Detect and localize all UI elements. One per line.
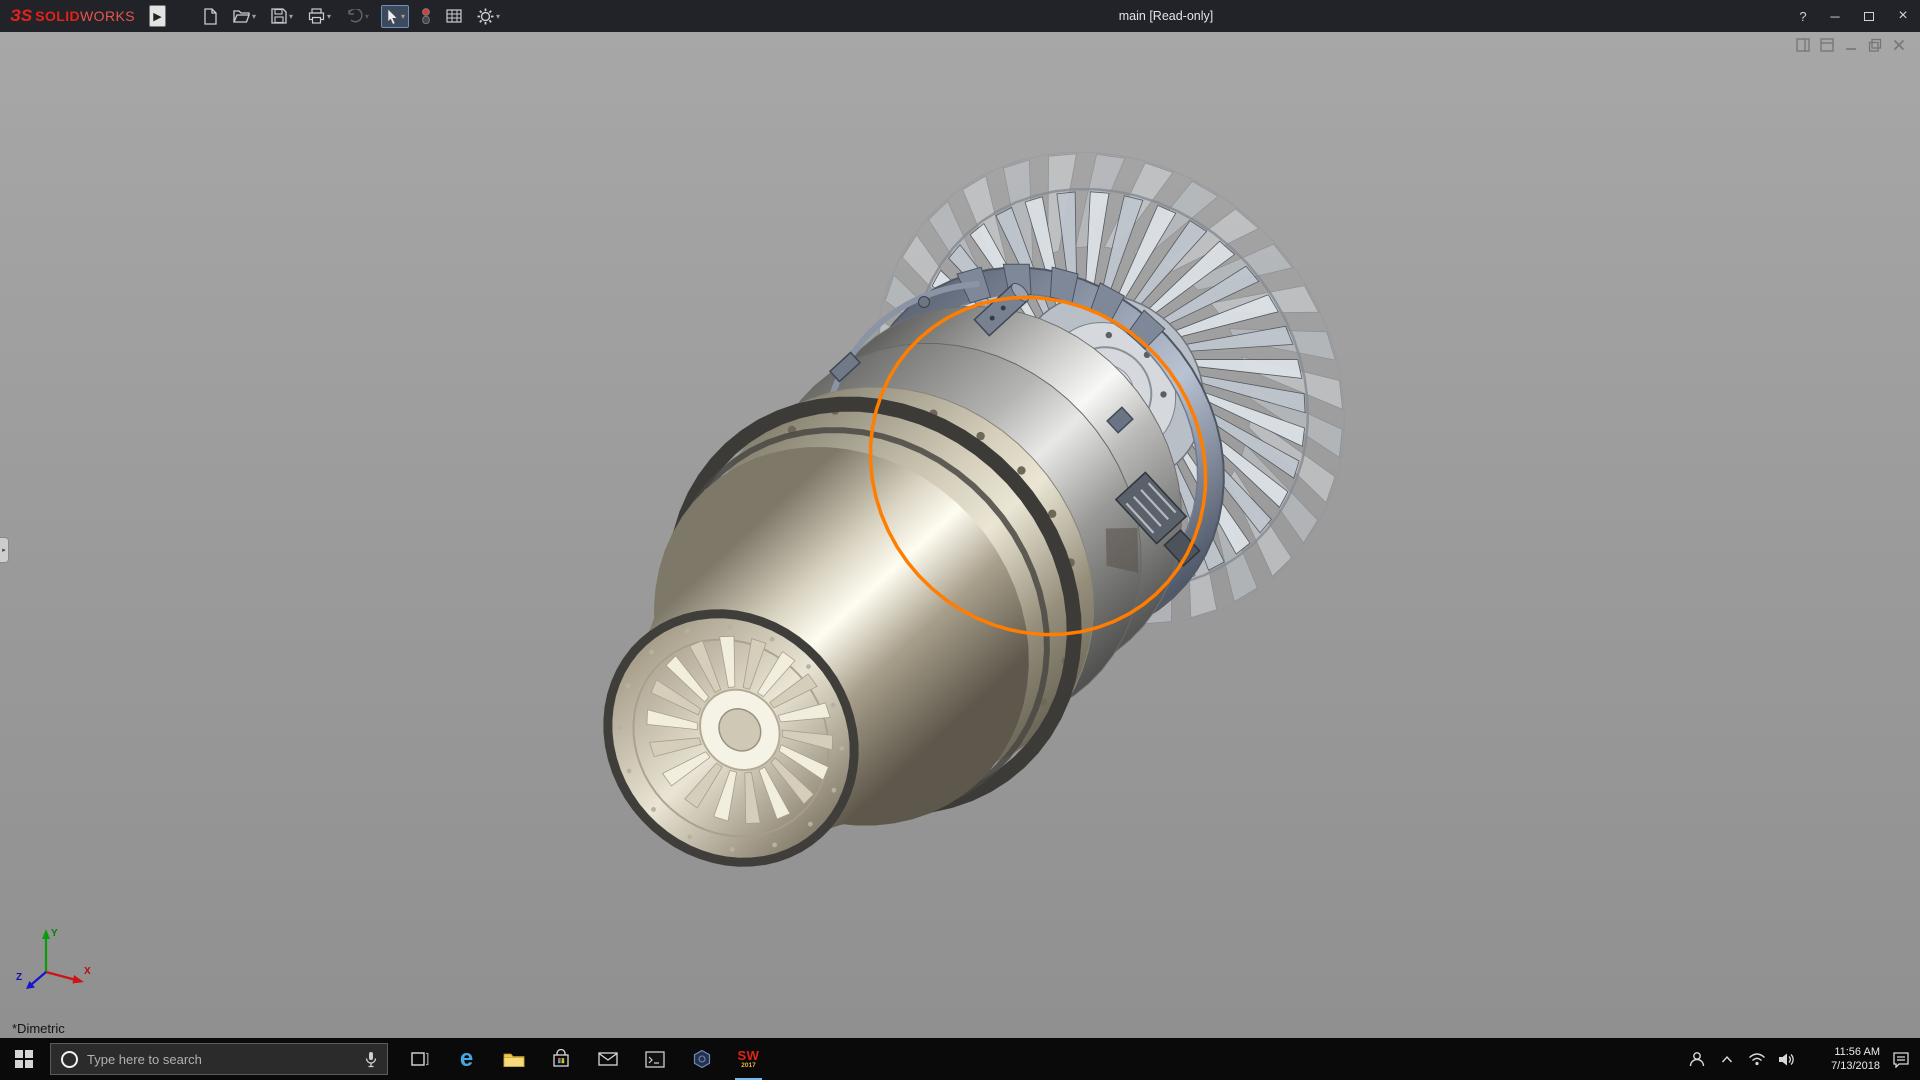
selection-filter-button[interactable] [418, 6, 434, 27]
select-tool-button[interactable]: ▾ [381, 5, 409, 28]
command-prompt-button[interactable] [631, 1038, 678, 1080]
action-center-button[interactable] [1888, 1038, 1914, 1080]
task-view-icon [410, 1049, 430, 1069]
y-axis-arrow-icon [42, 929, 50, 939]
mail-button[interactable] [584, 1038, 631, 1080]
quick-access-toolbar: ▾ ▾ ▾ [200, 5, 503, 28]
x-axis-arrow-icon [73, 975, 85, 984]
chevron-up-icon [1721, 1055, 1733, 1064]
hexagon-app-button[interactable] [678, 1038, 725, 1080]
child-close-icon[interactable] [1892, 38, 1906, 52]
x-axis-label: X [84, 966, 91, 977]
volume-button[interactable] [1774, 1038, 1800, 1080]
windows-logo-icon [15, 1050, 33, 1068]
maximize-button[interactable] [1852, 0, 1886, 32]
new-document-icon [203, 8, 218, 25]
edge-icon: e [460, 1047, 473, 1071]
filter-toggle-icon [421, 8, 431, 25]
new-document-button[interactable] [200, 6, 221, 27]
solidworks-logo: ЗS SOLID WORKS [10, 6, 135, 26]
open-dropdown-caret-icon[interactable]: ▾ [252, 12, 256, 21]
gear-icon [477, 8, 494, 25]
microphone-icon[interactable] [365, 1051, 377, 1068]
speaker-icon [1778, 1052, 1796, 1067]
undo-icon [346, 9, 363, 24]
taskbar-apps: e [396, 1038, 772, 1080]
taskbar-search[interactable] [50, 1043, 388, 1075]
people-icon [1688, 1050, 1706, 1068]
mail-envelope-icon [598, 1051, 618, 1067]
solidworks-taskbar-button[interactable]: SW 2017 [725, 1038, 772, 1080]
cursor-arrow-icon [385, 8, 399, 25]
action-center-icon [1892, 1051, 1910, 1068]
document-title: main [Read-only] [1119, 0, 1214, 32]
help-button[interactable]: ? [1788, 0, 1818, 32]
brand-solid: SOLID [35, 8, 80, 24]
viewport-window-controls [1796, 38, 1906, 52]
maximize-icon [1864, 12, 1874, 21]
terminal-icon [645, 1051, 665, 1068]
hexagon-app-icon [692, 1049, 712, 1069]
select-dropdown-caret-icon[interactable]: ▾ [401, 12, 405, 21]
cortana-icon[interactable] [61, 1051, 78, 1068]
printer-icon [308, 8, 325, 24]
folder-icon [503, 1050, 525, 1068]
close-button[interactable]: × [1886, 0, 1920, 32]
open-folder-icon [233, 9, 250, 24]
solidworks-logo-icon: ЗS [10, 6, 32, 26]
tile-window-icon[interactable] [1820, 38, 1834, 52]
start-button[interactable] [0, 1038, 48, 1080]
search-input[interactable] [87, 1052, 355, 1067]
orientation-triad: Y X Z [14, 914, 98, 998]
z-axis-label: Z [16, 972, 22, 983]
save-button[interactable]: ▾ [268, 6, 296, 26]
table-grid-icon [446, 9, 462, 23]
engine-geometry [608, 152, 1344, 862]
system-tray: 11:56 AM 7/13/2018 [1684, 1038, 1914, 1080]
wifi-icon [1748, 1052, 1766, 1066]
dock-window-icon[interactable] [1796, 38, 1810, 52]
task-view-button[interactable] [396, 1038, 443, 1080]
file-explorer-button[interactable] [490, 1038, 537, 1080]
graphics-viewport[interactable]: ▸ Y X Z *Dimetric [0, 32, 1920, 1038]
windows-taskbar: e [0, 1038, 1920, 1080]
close-icon: × [1898, 7, 1907, 25]
clock-time: 11:56 AM [1808, 1045, 1880, 1059]
people-button[interactable] [1684, 1038, 1710, 1080]
store-button[interactable] [537, 1038, 584, 1080]
print-dropdown-caret-icon[interactable]: ▾ [327, 12, 331, 21]
undo-dropdown-caret-icon[interactable]: ▾ [365, 12, 369, 21]
undo-button[interactable]: ▾ [343, 7, 372, 26]
jet-engine-3d-model[interactable] [0, 32, 1920, 1038]
y-axis-label: Y [51, 928, 58, 939]
flyout-arrow-icon: ▶ [153, 10, 161, 23]
clock-date: 7/13/2018 [1808, 1059, 1880, 1073]
toolbar-flyout-button[interactable]: ▶ [149, 5, 166, 27]
solidworks-2017-icon: SW 2017 [738, 1049, 760, 1070]
window-controls: ? ─ × [1788, 0, 1920, 32]
options-button[interactable]: ▾ [474, 6, 503, 27]
save-dropdown-caret-icon[interactable]: ▾ [289, 12, 293, 21]
feature-tree-collapsed-tab[interactable]: ▸ [0, 537, 9, 563]
options-dropdown-caret-icon[interactable]: ▾ [496, 12, 500, 21]
minimize-button[interactable]: ─ [1818, 0, 1852, 32]
store-bag-icon [551, 1049, 571, 1069]
solidworks-window: ЗS SOLID WORKS ▶ ▾ [0, 0, 1920, 1080]
taskbar-clock[interactable]: 11:56 AM 7/13/2018 [1808, 1045, 1880, 1074]
titlebar: ЗS SOLID WORKS ▶ ▾ [0, 0, 1920, 32]
table-button[interactable] [443, 7, 465, 25]
child-restore-icon[interactable] [1868, 38, 1882, 52]
child-minimize-icon[interactable] [1844, 38, 1858, 52]
open-document-button[interactable]: ▾ [230, 7, 259, 26]
edge-button[interactable]: e [443, 1038, 490, 1080]
hidden-icons-button[interactable] [1714, 1038, 1740, 1080]
brand-works: WORKS [80, 8, 135, 24]
print-button[interactable]: ▾ [305, 6, 334, 26]
network-button[interactable] [1744, 1038, 1770, 1080]
view-orientation-label: *Dimetric [12, 1021, 65, 1036]
save-floppy-icon [271, 8, 287, 24]
expand-arrow-icon: ▸ [2, 546, 6, 554]
minimize-icon: ─ [1830, 9, 1839, 24]
